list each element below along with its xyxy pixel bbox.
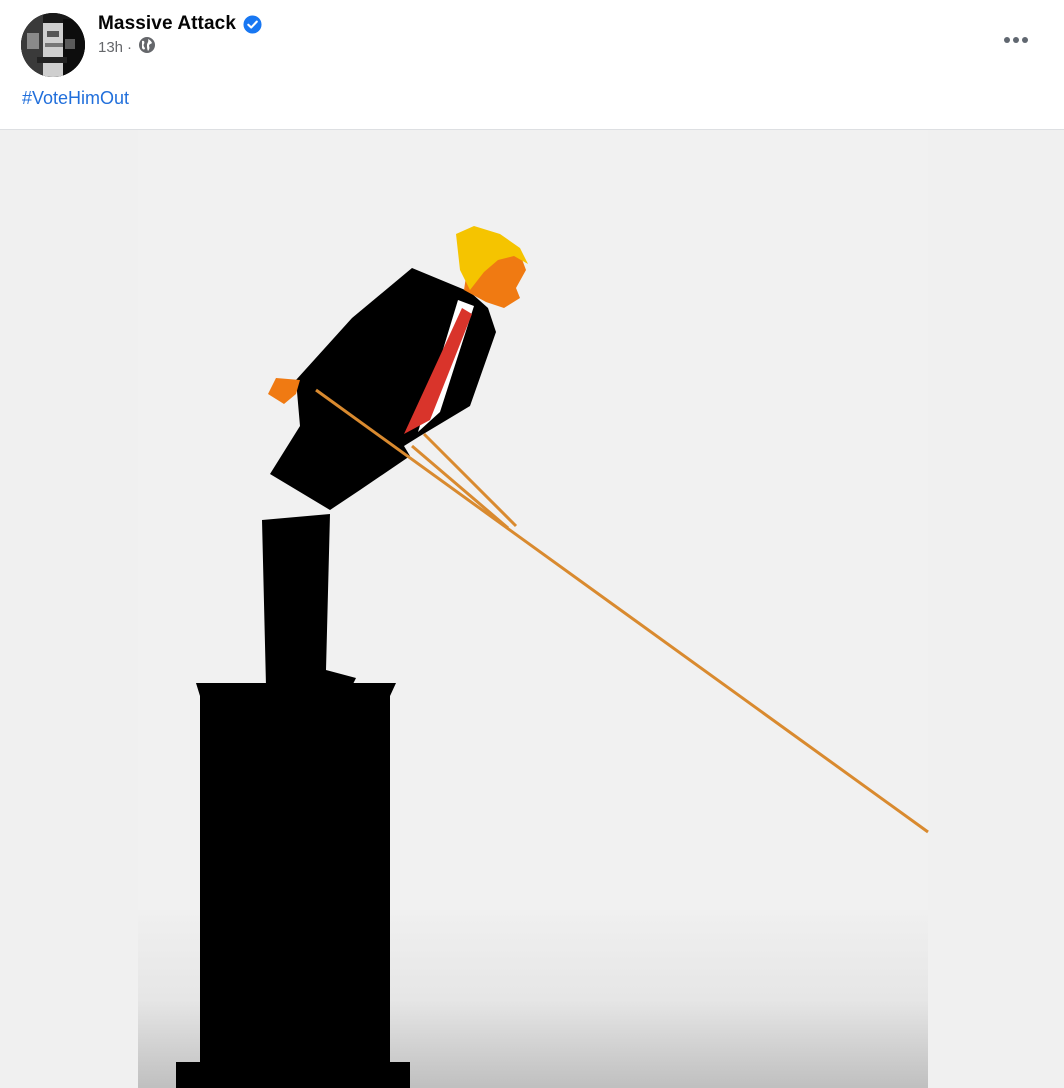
author-name[interactable]: Massive Attack bbox=[98, 13, 236, 35]
profile-photo bbox=[21, 13, 85, 77]
post-timestamp[interactable]: 13h bbox=[98, 39, 123, 56]
post-meta: 13h · bbox=[98, 36, 156, 58]
more-options-icon-dot bbox=[1013, 37, 1019, 43]
author-line: Massive Attack bbox=[98, 12, 262, 36]
verified-badge-icon bbox=[243, 14, 262, 34]
avatar[interactable] bbox=[21, 13, 85, 77]
more-options-button[interactable] bbox=[996, 22, 1036, 58]
more-options-icon-dot bbox=[1022, 37, 1028, 43]
statue-toppling-illustration bbox=[0, 130, 1064, 1088]
post-image[interactable] bbox=[0, 129, 1064, 1088]
facebook-post: Massive Attack 13h · #VoteHimOut bbox=[0, 0, 1064, 1088]
post-hashtag-link[interactable]: #VoteHimOut bbox=[22, 88, 129, 109]
meta-separator: · bbox=[127, 38, 133, 56]
more-options-icon bbox=[1004, 37, 1010, 43]
globe-icon[interactable] bbox=[138, 36, 156, 54]
post-header: Massive Attack 13h · bbox=[0, 0, 1064, 80]
